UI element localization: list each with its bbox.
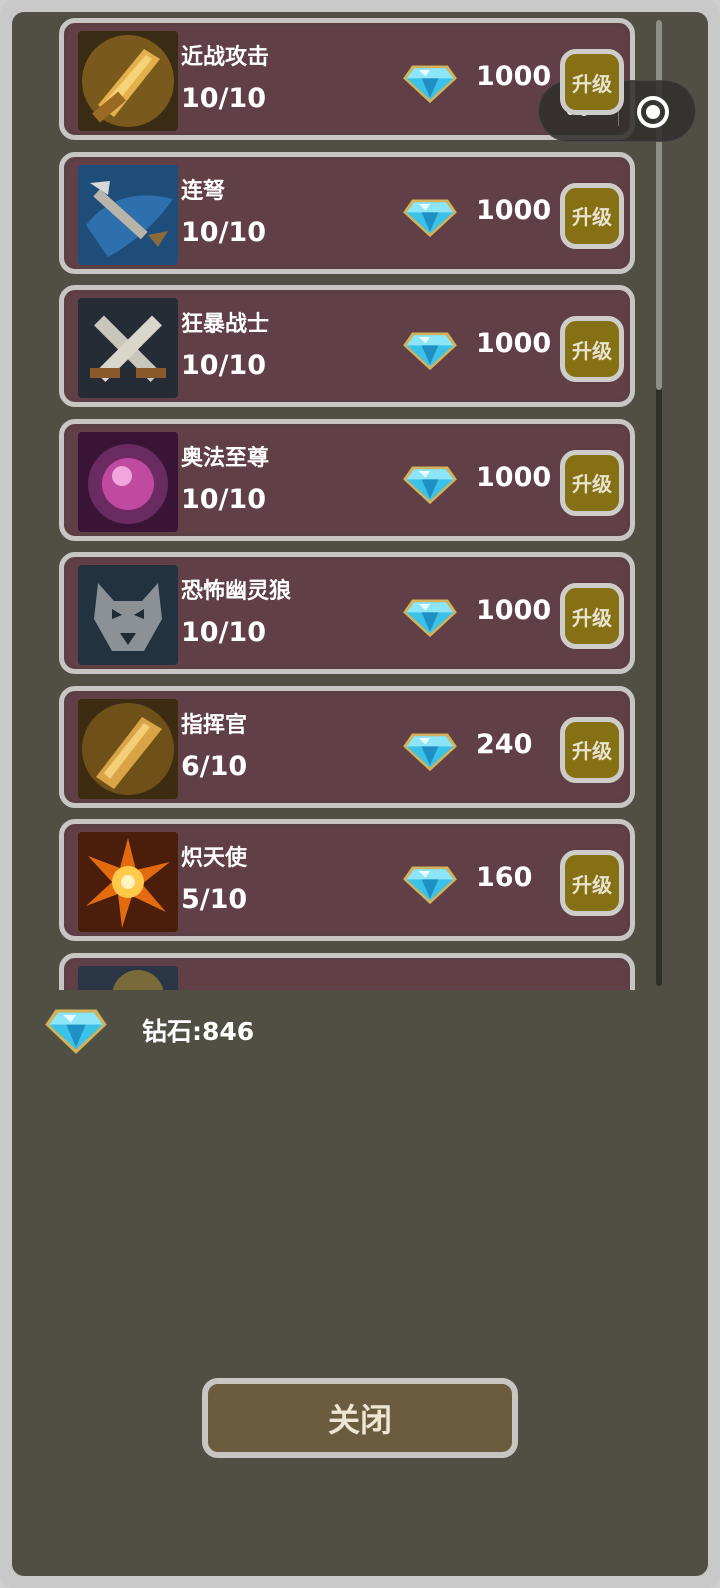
upgrade-row: 奥法至尊 10/10 1000 升级 <box>59 418 635 541</box>
partial-item-icon <box>78 965 178 990</box>
skill-name: 狂暴战士 <box>181 312 270 337</box>
upgrade-cost: 1000 <box>476 461 552 493</box>
upgrade-row <box>59 952 635 990</box>
skill-level: 10/10 <box>181 350 267 381</box>
upgrade-button[interactable]: 升级 <box>560 850 624 916</box>
scrollbar-thumb[interactable] <box>656 20 662 390</box>
upgrade-cost: 1000 <box>476 194 552 226</box>
diamond-icon <box>403 465 457 504</box>
diamond-icon <box>403 198 457 237</box>
upgrade-row: 恐怖幽灵狼 10/10 1000 升级 <box>59 552 635 674</box>
diamond-icon <box>45 1009 107 1054</box>
skill-level: 10/10 <box>181 617 267 648</box>
upgrade-panel: 近战攻击 10/10 1000 升级 连弩 10/10 1000 升级 狂暴战士 10/10 100… <box>12 12 708 1576</box>
upgrade-button[interactable]: 升级 <box>560 583 624 649</box>
upgrade-cost: 1000 <box>476 328 552 359</box>
diamond-balance-label: 钻石:846 <box>142 1017 255 1046</box>
crossed-swords-icon <box>78 298 178 398</box>
upgrade-row: 炽天使 5/10 160 升级 <box>59 819 635 941</box>
upgrade-button[interactable]: 升级 <box>560 449 624 516</box>
upgrade-list-viewport[interactable]: 近战攻击 10/10 1000 升级 连弩 10/10 1000 升级 狂暴战士 10/10 100… <box>12 12 708 990</box>
target-circle-icon[interactable] <box>636 95 670 129</box>
seraph-burst-icon <box>78 832 178 932</box>
ghost-wolf-icon <box>78 565 178 665</box>
upgrade-cost: 240 <box>476 728 533 760</box>
skill-level: 10/10 <box>181 216 267 248</box>
upgrade-button[interactable]: 升级 <box>560 49 624 115</box>
upgrade-row: 指挥官 6/10 240 升级 <box>59 685 635 808</box>
scrollbar[interactable] <box>656 20 662 986</box>
skill-name: 指挥官 <box>181 712 248 738</box>
skill-name: 恐怖幽灵狼 <box>181 579 292 604</box>
diamond-icon <box>403 732 457 771</box>
close-button[interactable]: 关闭 <box>202 1378 518 1458</box>
commander-sword-icon <box>78 698 178 799</box>
skill-name: 奥法至尊 <box>181 445 270 471</box>
diamond-icon <box>403 65 457 104</box>
crossbow-bolt-icon <box>78 164 178 265</box>
skill-name: 近战攻击 <box>181 45 270 70</box>
skill-level: 10/10 <box>181 83 267 114</box>
arcane-orb-icon <box>78 431 178 532</box>
upgrade-cost: 1000 <box>476 61 552 92</box>
upgrade-row: 狂暴战士 10/10 1000 升级 <box>59 285 635 407</box>
upgrade-row: 连弩 10/10 1000 升级 <box>59 151 635 274</box>
skill-level: 5/10 <box>181 884 248 915</box>
upgrade-button[interactable]: 升级 <box>560 316 624 382</box>
upgrade-cost: 1000 <box>476 595 552 626</box>
diamond-icon <box>403 599 457 638</box>
window-frame: 近战攻击 10/10 1000 升级 连弩 10/10 1000 升级 狂暴战士 10/10 100… <box>0 0 720 1588</box>
skill-level: 10/10 <box>181 483 267 515</box>
sword-icon <box>78 31 178 131</box>
diamond-icon <box>403 332 457 371</box>
skill-name: 炽天使 <box>181 846 248 871</box>
upgrade-cost: 160 <box>476 862 533 893</box>
skill-level: 6/10 <box>181 750 248 782</box>
upgrade-button[interactable]: 升级 <box>560 716 624 783</box>
skill-name: 连弩 <box>181 178 226 204</box>
diamond-icon <box>403 866 457 905</box>
upgrade-button[interactable]: 升级 <box>560 182 624 249</box>
